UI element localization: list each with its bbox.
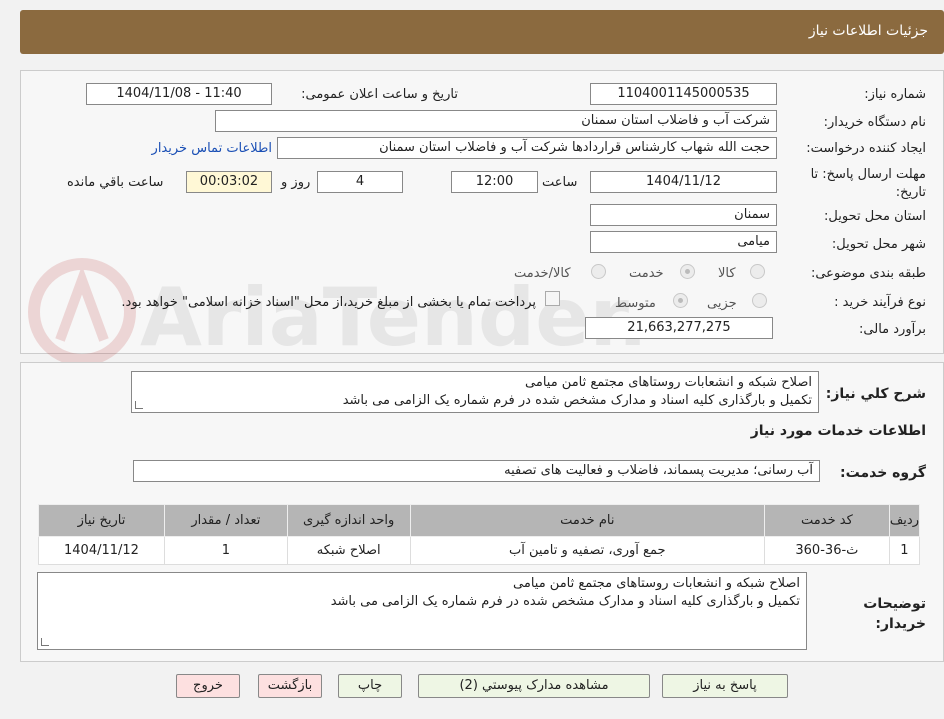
process-medium-radio[interactable] — [673, 293, 688, 308]
deadline-days-label: روز و — [281, 175, 311, 190]
resize-grip-icon[interactable] — [135, 401, 143, 409]
buyer-org-label: نام دستگاه خریدار: — [823, 115, 926, 130]
reply-button[interactable]: پاسخ به نیاز — [662, 674, 788, 698]
purchase-process-label: نوع فرآیند خرید : — [834, 295, 926, 310]
remaining-time-label: ساعت باقي مانده — [67, 175, 164, 190]
col-header-quantity: تعداد / مقدار — [163, 504, 288, 537]
category-goods-label: کالا — [718, 266, 736, 281]
col-header-row-number: ردیف — [888, 504, 921, 537]
cell-unit: اصلاح شبکه — [286, 536, 411, 565]
attachments-button[interactable]: مشاهده مدارک پیوستي (2) — [418, 674, 650, 698]
buyer-notes-line-1: اصلاح شبکه و انشعابات روستاهای مجتمع ثام… — [513, 576, 800, 591]
col-header-unit: واحد اندازه گیری — [286, 504, 411, 537]
budget-label: برآورد مالی: — [859, 322, 926, 337]
requester-label: ایجاد کننده درخواست: — [806, 141, 926, 156]
delivery-province-label: استان محل تحویل: — [824, 209, 926, 224]
buyer-notes-label: توضیحات خریدار: — [863, 596, 926, 632]
requester-field: حجت الله شهاب کارشناس قراردادها شرکت آب … — [277, 137, 777, 159]
buyer-notes-textarea[interactable]: اصلاح شبکه و انشعابات روستاهای مجتمع ثام… — [37, 572, 807, 650]
buyer-notes-line-2: تکمیل و بارگذاری کلیه اسناد و مدارک مشخص… — [330, 594, 800, 609]
category-service-label: خدمت — [629, 266, 664, 281]
buyer-org-field: شرکت آب و فاضلاب استان سمنان — [215, 110, 777, 132]
watermark-text: AriaTender.net — [140, 271, 640, 364]
need-number-label: شماره نیاز: — [864, 87, 926, 102]
services-section-title: اطلاعات خدمات مورد نیاز — [750, 423, 926, 439]
summary-textarea[interactable]: اصلاح شبکه و انشعابات روستاهای مجتمع ثام… — [131, 371, 819, 413]
delivery-city-label: شهر محل تحویل: — [831, 237, 926, 252]
remaining-time-field: 00:03:02 — [186, 171, 272, 193]
col-header-need-date: تاریخ نیاز — [38, 504, 165, 537]
buyer-contact-link[interactable]: اطلاعات تماس خریدار — [152, 141, 272, 156]
delivery-province-field: سمنان — [590, 204, 777, 226]
announce-datetime-field: 1404/11/08 - 11:40 — [86, 83, 272, 105]
deadline-time-label: ساعت — [542, 175, 578, 190]
category-goods-service-radio[interactable] — [591, 264, 606, 279]
need-number-field: 1104001145000535 — [590, 83, 777, 105]
delivery-city-field: میامی — [590, 231, 777, 253]
deadline-date-field: 1404/11/12 — [590, 171, 777, 193]
summary-line-1: اصلاح شبکه و انشعابات روستاهای مجتمع ثام… — [525, 375, 812, 390]
cell-service-name: جمع آوری، تصفیه و تامین آب — [409, 536, 765, 565]
deadline-time-field: 12:00 — [451, 171, 538, 193]
page-header: جزئیات اطلاعات نیاز — [20, 10, 944, 54]
announce-datetime-label: تاریخ و ساعت اعلان عمومی: — [301, 87, 458, 102]
budget-field: 21,663,277,275 — [585, 317, 773, 339]
cell-need-date: 1404/11/12 — [38, 536, 165, 565]
category-goods-service-label: کالا/خدمت — [514, 266, 571, 281]
cell-row-number: 1 — [888, 536, 921, 565]
service-group-label: گروه خدمت: — [840, 465, 926, 481]
services-table: ردیف کد خدمت نام خدمت واحد اندازه گیری ت… — [38, 504, 921, 565]
table-header-row: ردیف کد خدمت نام خدمت واحد اندازه گیری ت… — [38, 504, 921, 537]
deadline-days-field: 4 — [317, 171, 403, 193]
process-minor-label: جزیی — [707, 296, 737, 311]
deadline-label: مهلت ارسال پاسخ: تا تاریخ: — [810, 167, 926, 200]
resize-grip-icon[interactable] — [41, 638, 49, 646]
back-button[interactable]: بازگشت — [258, 674, 322, 698]
category-label: طبقه بندی موضوعی: — [810, 266, 926, 281]
treasury-note: پرداخت تمام یا بخشی از مبلغ خرید،از محل … — [121, 295, 536, 310]
process-minor-radio[interactable] — [752, 293, 767, 308]
service-group-field: آب رسانی؛ مدیریت پسماند، فاضلاب و فعالیت… — [133, 460, 820, 482]
print-button[interactable]: چاپ — [338, 674, 402, 698]
treasury-checkbox[interactable] — [545, 291, 560, 306]
category-goods-radio[interactable] — [750, 264, 765, 279]
col-header-service-code: کد خدمت — [763, 504, 890, 537]
cell-quantity: 1 — [163, 536, 288, 565]
cell-service-code: ث-36-360 — [763, 536, 890, 565]
table-row: 1 ث-36-360 جمع آوری، تصفیه و تامین آب اص… — [38, 536, 921, 565]
summary-line-2: تکمیل و بارگذاری کلیه اسناد و مدارک مشخص… — [342, 393, 812, 408]
category-service-radio[interactable] — [680, 264, 695, 279]
summary-label: شرح کلي نياز: — [825, 386, 926, 402]
page-title: جزئیات اطلاعات نیاز — [808, 23, 928, 39]
process-medium-label: متوسط — [615, 296, 656, 311]
exit-button[interactable]: خروج — [176, 674, 240, 698]
col-header-service-name: نام خدمت — [409, 504, 765, 537]
